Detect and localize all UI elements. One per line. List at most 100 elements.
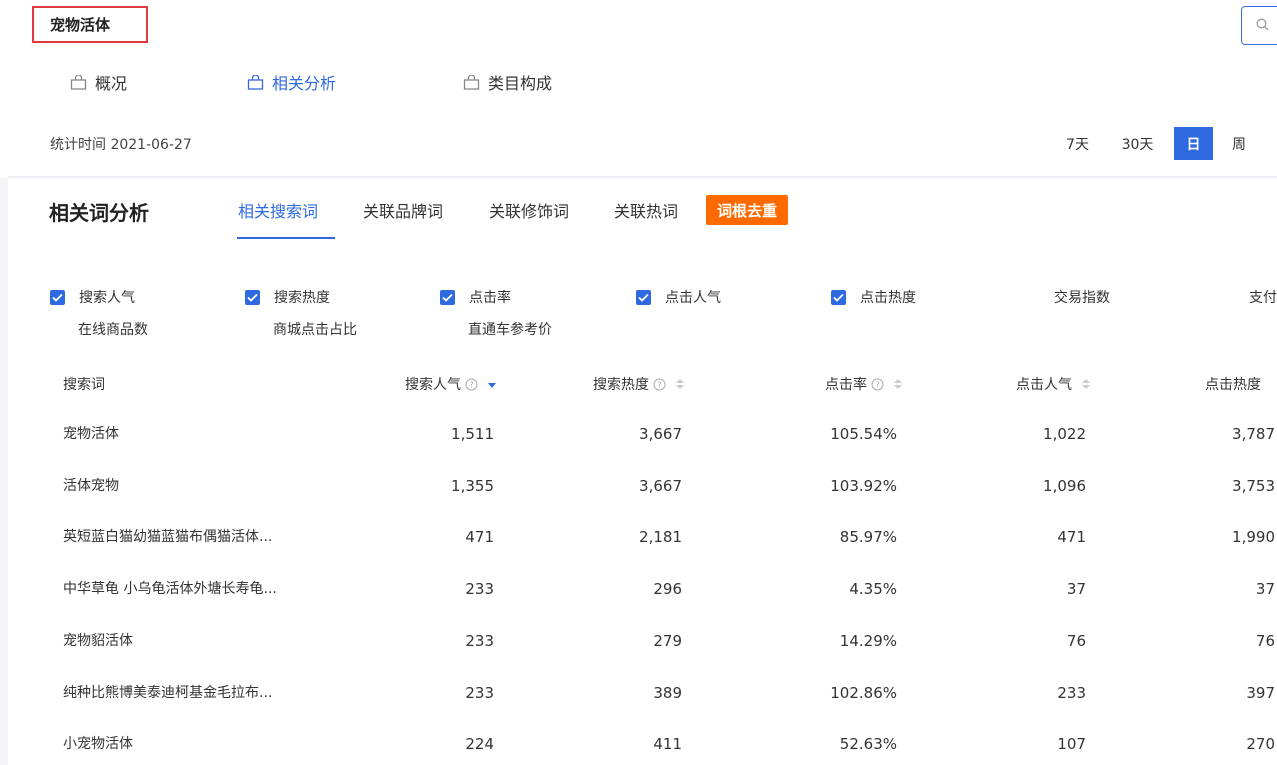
tab-related-analysis[interactable]: 相关分析 (247, 70, 336, 94)
checkbox-checked-icon[interactable] (831, 289, 846, 305)
column-header-click-popularity[interactable]: 点击人气 (1016, 374, 1090, 394)
subtab-related-search-words[interactable]: 相关搜索词 (238, 200, 318, 224)
metric-value-cell: 103.92% (830, 477, 897, 495)
subtab-hot-words[interactable]: 关联热词 (614, 200, 678, 224)
period-7d-button[interactable]: 7天 (1055, 127, 1100, 160)
sort-desc-icon[interactable] (488, 379, 496, 389)
metric-value-cell: 52.63% (839, 735, 897, 753)
metric-value-cell: 1,990 (1232, 528, 1275, 546)
stat-time-date: 2021-06-27 (110, 137, 192, 153)
column-label: 搜索词 (63, 377, 105, 393)
search-word-cell[interactable]: 纯种比熊博美泰迪柯基金毛拉布... (63, 683, 272, 703)
sort-icon[interactable] (894, 378, 902, 390)
svg-text:?: ? (469, 380, 473, 389)
metric-value-cell: 233 (465, 684, 494, 702)
stat-time: 统计时间 2021-06-27 (50, 134, 192, 154)
metric-online-products[interactable]: 在线商品数 (78, 319, 148, 339)
metric-value-cell: 76 (1066, 632, 1086, 650)
column-label: 点击人气 (1016, 377, 1072, 393)
checkbox-checked-icon[interactable] (440, 289, 455, 305)
column-header-click-rate[interactable]: 点击率 ? (825, 374, 902, 394)
column-label: 搜索热度 (593, 377, 649, 393)
column-label: 点击热度 (1205, 377, 1261, 393)
metric-click-heat[interactable]: 点击热度 (831, 287, 916, 307)
column-header-search-popularity[interactable]: 搜索人气 ? (405, 374, 496, 394)
metric-payment[interactable]: 支付 (1249, 287, 1277, 307)
metric-value-cell: 3,667 (639, 477, 682, 495)
period-day-button[interactable]: 日 (1174, 127, 1213, 160)
metric-value-cell: 233 (465, 632, 494, 650)
search-icon[interactable] (1256, 16, 1269, 35)
search-input[interactable] (1241, 6, 1277, 45)
subtab-modifier-words[interactable]: 关联修饰词 (489, 200, 569, 224)
metric-value-cell: 3,787 (1232, 425, 1275, 443)
search-word-cell[interactable]: 宠物貂活体 (63, 631, 133, 651)
column-header-search-word: 搜索词 (63, 374, 105, 394)
metric-value-cell: 1,355 (451, 477, 494, 495)
search-word-cell[interactable]: 小宠物活体 (63, 734, 133, 754)
metric-value-cell: 2,181 (639, 528, 682, 546)
metric-search-popularity[interactable]: 搜索人气 (50, 287, 135, 307)
metric-label: 商城点击占比 (273, 322, 357, 338)
root-dedupe-button[interactable]: 词根去重 (706, 195, 788, 225)
tab-category-label: 类目构成 (488, 74, 553, 93)
page-header: 宠物活体 概况 相关分析 类目构成 统计时间 2021-06-27 7天 30天… (0, 0, 1277, 178)
period-week-button[interactable]: 周 (1220, 127, 1258, 160)
period-30d-label: 30天 (1121, 136, 1154, 153)
checkbox-checked-icon[interactable] (636, 289, 651, 305)
metric-value-cell: 76 (1255, 632, 1275, 650)
metric-value-cell: 279 (653, 632, 682, 650)
subtab-brand-words[interactable]: 关联品牌词 (363, 200, 443, 224)
column-header-search-heat[interactable]: 搜索热度 ? (593, 374, 684, 394)
metric-label: 点击热度 (860, 290, 916, 306)
checkbox-checked-icon[interactable] (245, 289, 260, 305)
shopping-bag-icon (463, 74, 480, 90)
metric-trade-index[interactable]: 交易指数 (1054, 287, 1110, 307)
column-header-click-heat[interactable]: 点击热度 (1205, 374, 1261, 394)
metric-label: 支付 (1249, 290, 1277, 306)
metric-value-cell: 397 (1246, 684, 1275, 702)
search-word-cell[interactable]: 宠物活体 (63, 424, 119, 444)
help-icon[interactable]: ? (871, 378, 884, 391)
help-icon[interactable]: ? (653, 378, 666, 391)
keyword-title: 宠物活体 (32, 6, 148, 43)
tab-category[interactable]: 类目构成 (463, 70, 552, 94)
keyword-text: 宠物活体 (50, 16, 111, 34)
metric-label: 点击率 (469, 290, 511, 306)
metric-search-heat[interactable]: 搜索热度 (245, 287, 330, 307)
sort-icon[interactable] (1082, 378, 1090, 390)
search-word-cell[interactable]: 英短蓝白猫幼猫蓝猫布偶猫活体... (63, 527, 272, 547)
tab-overview[interactable]: 概况 (70, 70, 127, 94)
metric-value-cell: 14.29% (839, 632, 897, 650)
metric-click-rate[interactable]: 点击率 (440, 287, 511, 307)
period-30d-button[interactable]: 30天 (1110, 127, 1165, 160)
section-title: 相关词分析 (49, 201, 149, 225)
period-day-label: 日 (1186, 136, 1201, 153)
metric-mall-click-share[interactable]: 商城点击占比 (273, 319, 357, 339)
metric-value-cell: 233 (465, 580, 494, 598)
shopping-bag-icon (247, 74, 264, 90)
metric-value-cell: 1,022 (1043, 425, 1086, 443)
metric-label: 搜索热度 (274, 290, 330, 306)
metric-label: 搜索人气 (79, 290, 135, 306)
metric-ztc-price[interactable]: 直通车参考价 (468, 319, 552, 339)
stat-time-label: 统计时间 (50, 137, 106, 153)
sort-icon[interactable] (676, 378, 684, 390)
metric-click-popularity[interactable]: 点击人气 (636, 287, 721, 307)
active-tab-indicator (237, 237, 335, 239)
search-word-cell[interactable]: 中华草龟 小乌龟活体外塘长寿龟... (63, 579, 277, 599)
left-edge (0, 178, 8, 765)
checkbox-checked-icon[interactable] (50, 289, 65, 305)
divider (8, 176, 1277, 178)
metric-value-cell: 471 (1057, 528, 1086, 546)
metric-value-cell: 4.35% (849, 580, 897, 598)
help-icon[interactable]: ? (465, 378, 478, 391)
shopping-bag-icon (70, 74, 87, 90)
metric-label: 点击人气 (665, 290, 721, 306)
metric-value-cell: 102.86% (830, 684, 897, 702)
search-word-cell[interactable]: 活体宠物 (63, 476, 119, 496)
metric-label: 交易指数 (1054, 290, 1110, 306)
metric-value-cell: 224 (465, 735, 494, 753)
metric-label: 在线商品数 (78, 322, 148, 338)
metric-value-cell: 1,096 (1043, 477, 1086, 495)
